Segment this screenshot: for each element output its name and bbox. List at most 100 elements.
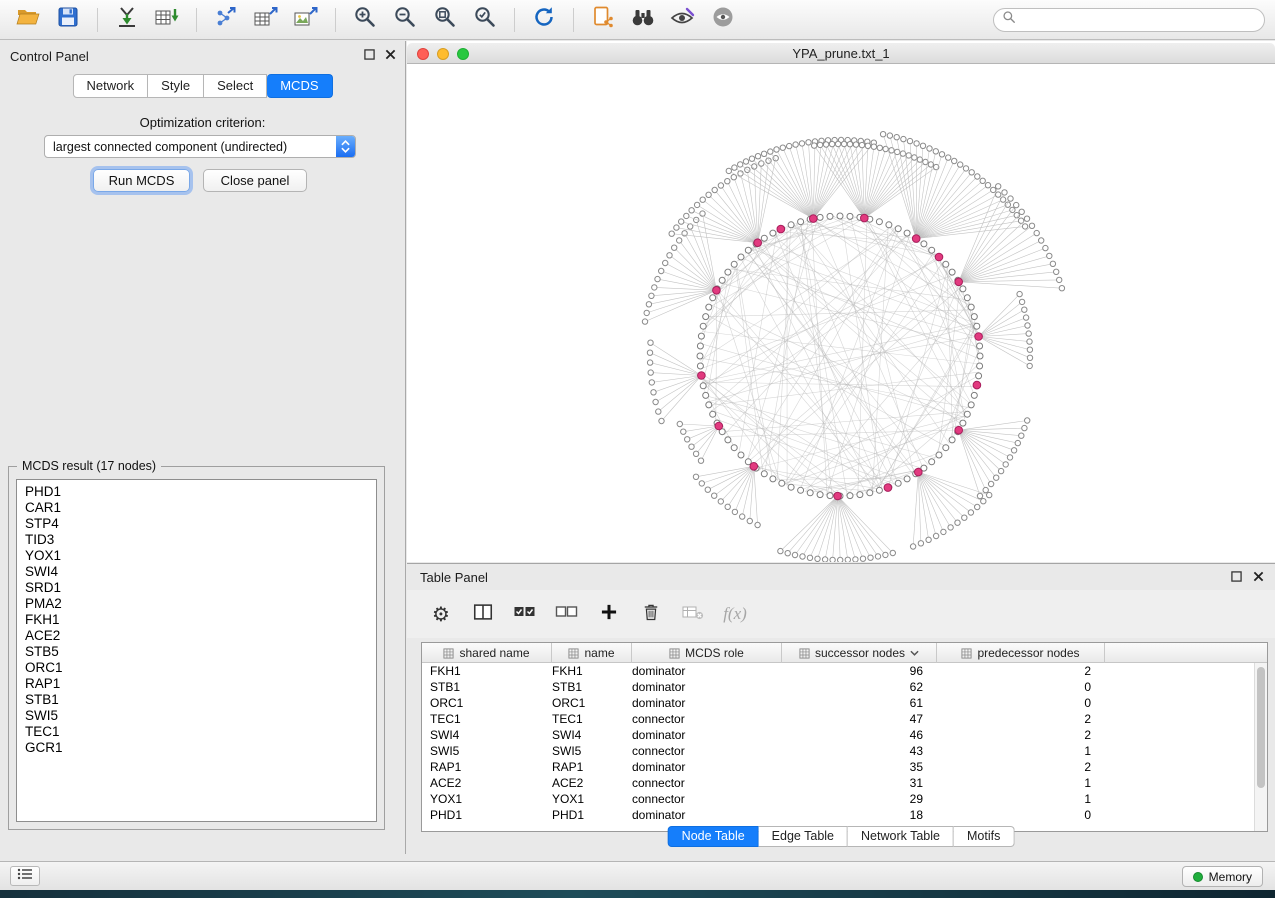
- open-session-button[interactable]: [10, 5, 46, 35]
- mcds-result-list[interactable]: PHD1CAR1STP4TID3YOX1SWI4SRD1PMA2FKH1ACE2…: [16, 479, 377, 822]
- mcds-result-item[interactable]: PHD1: [17, 484, 376, 500]
- clone-network-button[interactable]: [585, 5, 621, 35]
- table-row[interactable]: ORC1ORC1dominator610: [422, 695, 1254, 711]
- optimization-criterion-select[interactable]: largest connected component (undirected): [44, 135, 356, 158]
- zoom-fit-button[interactable]: [427, 5, 463, 35]
- column-header-successor-nodes[interactable]: successor nodes: [782, 643, 937, 663]
- show-panels-button[interactable]: [10, 866, 40, 886]
- table-row[interactable]: PHD1PHD1dominator180: [422, 807, 1254, 823]
- import-table-icon: [154, 5, 180, 34]
- mcds-result-item[interactable]: YOX1: [17, 548, 376, 564]
- mcds-result-item[interactable]: CAR1: [17, 500, 376, 516]
- export-table-button[interactable]: [248, 5, 284, 35]
- float-panel-icon[interactable]: [363, 48, 376, 61]
- show-columns-button[interactable]: [469, 600, 497, 628]
- export-network-button[interactable]: [208, 5, 244, 35]
- column-header-mcds-role[interactable]: MCDS role: [632, 643, 782, 663]
- table-row[interactable]: TEC1TEC1connector472: [422, 711, 1254, 727]
- tab-node-table[interactable]: Node Table: [668, 826, 759, 847]
- tab-motifs[interactable]: Motifs: [954, 826, 1014, 847]
- scrollbar-thumb[interactable]: [1257, 667, 1265, 788]
- table-row[interactable]: RAP1RAP1dominator352: [422, 759, 1254, 775]
- import-table-button[interactable]: [149, 5, 185, 35]
- select-all-columns-button[interactable]: [511, 600, 539, 628]
- table-row[interactable]: YOX1YOX1connector291: [422, 791, 1254, 807]
- tab-network-table[interactable]: Network Table: [848, 826, 954, 847]
- table-vertical-scrollbar[interactable]: [1254, 663, 1267, 831]
- table-row[interactable]: SWI5SWI5connector431: [422, 743, 1254, 759]
- mcds-result-item[interactable]: FKH1: [17, 612, 376, 628]
- mcds-result-item[interactable]: TEC1: [17, 724, 376, 740]
- table-row[interactable]: ACE2ACE2connector311: [422, 775, 1254, 791]
- mcds-result-item[interactable]: SWI5: [17, 708, 376, 724]
- save-session-button[interactable]: [50, 5, 86, 35]
- create-column-button[interactable]: [595, 600, 623, 628]
- mcds-result-item[interactable]: ACE2: [17, 628, 376, 644]
- mcds-result-item[interactable]: GCR1: [17, 740, 376, 756]
- control-panel-header: Control Panel: [0, 41, 405, 69]
- tab-edge-table[interactable]: Edge Table: [759, 826, 848, 847]
- mcds-result-item[interactable]: STB1: [17, 692, 376, 708]
- search-icon: [1002, 10, 1016, 29]
- search-input[interactable]: [1021, 13, 1256, 27]
- network-canvas[interactable]: [407, 64, 1275, 562]
- column-header-name[interactable]: name: [552, 643, 632, 663]
- table-settings-button[interactable]: ⚙: [427, 600, 455, 628]
- delete-column-button[interactable]: [637, 600, 665, 628]
- table-row[interactable]: STB1STB1dominator620: [422, 679, 1254, 695]
- table-cell: 61: [782, 695, 937, 711]
- find-button[interactable]: [625, 5, 661, 35]
- mcds-result-item[interactable]: SRD1: [17, 580, 376, 596]
- folder-open-icon: [15, 5, 41, 34]
- unselect-all-columns-button[interactable]: [553, 600, 581, 628]
- export-table-icon: [253, 5, 279, 34]
- toolbar-separator: [196, 8, 197, 32]
- close-panel-icon[interactable]: [384, 48, 397, 61]
- tab-style[interactable]: Style: [148, 74, 204, 98]
- mcds-result-item[interactable]: ORC1: [17, 660, 376, 676]
- table-panel: Table Panel ⚙ f(x) shared name: [407, 563, 1275, 854]
- table-cell: 47: [782, 711, 937, 727]
- table-cell: PHD1: [552, 807, 632, 823]
- memory-status-dot: [1193, 872, 1203, 882]
- table-row[interactable]: SWI4SWI4dominator462: [422, 727, 1254, 743]
- graphics-details-button[interactable]: [665, 5, 701, 35]
- tab-network[interactable]: Network: [72, 74, 148, 98]
- table-cell: 1: [937, 775, 1105, 791]
- table-cell: STB1: [552, 679, 632, 695]
- refresh-button[interactable]: [526, 5, 562, 35]
- column-header-predecessor-nodes[interactable]: predecessor nodes: [937, 643, 1105, 663]
- column-header-shared-name[interactable]: shared name: [422, 643, 552, 663]
- close-panel-button[interactable]: Close panel: [203, 169, 307, 192]
- inspector-eye-button[interactable]: [705, 5, 741, 35]
- table-cell: SWI5: [422, 743, 552, 759]
- mcds-result-item[interactable]: PMA2: [17, 596, 376, 612]
- tab-select[interactable]: Select: [204, 74, 267, 98]
- tab-mcds[interactable]: MCDS: [267, 74, 332, 98]
- column-type-icon: [443, 648, 454, 659]
- close-panel-icon[interactable]: [1252, 570, 1265, 583]
- table-cell: SWI4: [422, 727, 552, 743]
- memory-label: Memory: [1209, 870, 1252, 884]
- mcds-result-item[interactable]: STB5: [17, 644, 376, 660]
- table-cell: 2: [937, 663, 1105, 679]
- zoom-selected-button[interactable]: [467, 5, 503, 35]
- fx-icon: f(x): [723, 604, 747, 624]
- float-panel-icon[interactable]: [1230, 570, 1243, 583]
- mcds-result-item[interactable]: STP4: [17, 516, 376, 532]
- mcds-result-item[interactable]: SWI4: [17, 564, 376, 580]
- zoom-out-button[interactable]: [387, 5, 423, 35]
- network-window-titlebar[interactable]: YPA_prune.txt_1: [407, 43, 1275, 64]
- import-network-button[interactable]: [109, 5, 145, 35]
- table-cell: PHD1: [422, 807, 552, 823]
- zoom-in-button[interactable]: [347, 5, 383, 35]
- memory-button[interactable]: Memory: [1182, 866, 1263, 887]
- mcds-result-item[interactable]: TID3: [17, 532, 376, 548]
- table-row[interactable]: FKH1FKH1dominator962: [422, 663, 1254, 679]
- trash-icon: [641, 601, 661, 628]
- mcds-result-item[interactable]: RAP1: [17, 676, 376, 692]
- plus-icon: [599, 602, 619, 627]
- export-image-button[interactable]: [288, 5, 324, 35]
- run-mcds-button[interactable]: Run MCDS: [93, 169, 190, 192]
- table-cell: dominator: [632, 679, 782, 695]
